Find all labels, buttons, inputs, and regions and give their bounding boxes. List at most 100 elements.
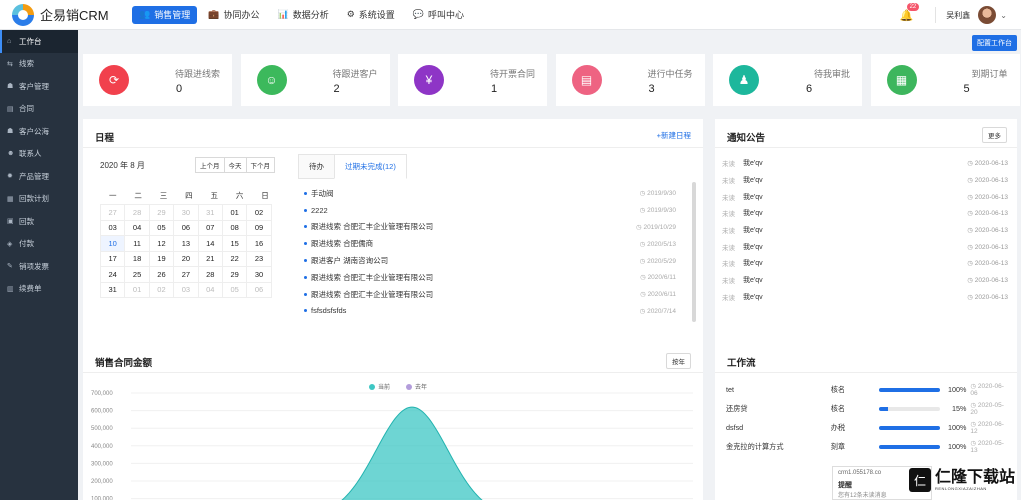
notice-item[interactable]: 未读 我e'qv ◷ 2020-06-13 xyxy=(722,289,1008,306)
calendar-day[interactable]: 14 xyxy=(197,235,223,252)
calendar-day[interactable]: 17 xyxy=(100,250,126,267)
sidebar-item-7[interactable]: ▦ 回款计划 xyxy=(0,188,78,211)
nav-item-3[interactable]: ⚙ 系统设置 xyxy=(340,6,402,24)
calendar-day[interactable]: 03 xyxy=(100,219,126,236)
notice-item[interactable]: 未读 我e'qv ◷ 2020-06-13 xyxy=(722,155,1008,172)
calendar-day[interactable]: 05 xyxy=(221,281,248,298)
calendar-day[interactable]: 04 xyxy=(197,281,223,298)
avatar[interactable] xyxy=(978,6,997,24)
calendar-nav-button[interactable]: 上个月 xyxy=(195,157,225,173)
task-item[interactable]: 跟进线索 合肥汇丰企业管理有限公司 ◷ 2019/10/29 xyxy=(304,219,676,236)
calendar-day[interactable]: 02 xyxy=(148,281,175,298)
stat-card[interactable]: ▤ 进行中任务 3 xyxy=(555,54,705,106)
series-area-current[interactable] xyxy=(131,406,693,500)
calendar-day[interactable]: 06 xyxy=(246,281,272,298)
workflow-item[interactable]: 金克拉的计算方式 刻章 100% ◷ 2020-05-13 xyxy=(726,437,1011,456)
calendar-day[interactable]: 28 xyxy=(197,266,223,283)
sidebar-item-10[interactable]: ✎ 销项发票 xyxy=(0,255,78,278)
sidebar-item-0[interactable]: ⌂ 工作台 xyxy=(0,30,78,53)
username[interactable]: 吴利鑫 xyxy=(946,10,970,21)
tab-overdue[interactable]: 过期未完成(12) xyxy=(334,154,407,179)
sidebar-item-9[interactable]: ◈ 付款 xyxy=(0,233,78,256)
calendar-day[interactable]: 21 xyxy=(197,250,223,267)
notice-item[interactable]: 未读 我e'qv ◷ 2020-06-13 xyxy=(722,222,1008,239)
calendar-day[interactable]: 22 xyxy=(221,250,248,267)
calendar-day[interactable]: 09 xyxy=(246,219,272,236)
nav-item-1[interactable]: 💼 协同办公 xyxy=(201,6,266,24)
task-item[interactable]: 跟进线索 合肥儒商 ◷ 2020/5/13 xyxy=(304,235,676,252)
notice-item[interactable]: 未读 我e'qv ◷ 2020-06-13 xyxy=(722,188,1008,205)
sidebar-item-3[interactable]: ▤ 合同 xyxy=(0,98,78,121)
calendar-day[interactable]: 20 xyxy=(173,250,199,267)
scrollbar[interactable] xyxy=(692,182,696,322)
calendar-day[interactable]: 31 xyxy=(100,281,126,298)
calendar-day[interactable]: 15 xyxy=(221,235,248,252)
nav-item-4[interactable]: 💬 呼叫中心 xyxy=(406,6,471,24)
notice-item[interactable]: 未读 我e'qv ◷ 2020-06-13 xyxy=(722,238,1008,255)
nav-item-2[interactable]: 📊 数据分析 xyxy=(270,6,335,24)
calendar-day[interactable]: 11 xyxy=(124,235,150,252)
workflow-item[interactable]: dsfsd 办税 100% ◷ 2020-06-12 xyxy=(726,418,1011,437)
calendar-day[interactable]: 19 xyxy=(148,250,175,267)
task-item[interactable]: 跟进客户 湖南咨询公司 ◷ 2020/5/29 xyxy=(304,252,676,269)
stat-card[interactable]: ▦ 到期订单 5 xyxy=(870,54,1020,106)
calendar-day[interactable]: 16 xyxy=(246,235,272,252)
calendar-day[interactable]: 23 xyxy=(246,250,272,267)
chevron-down-icon[interactable]: ⌄ xyxy=(1000,11,1007,20)
calendar-day[interactable]: 26 xyxy=(148,266,175,283)
calendar-day[interactable]: 10 xyxy=(100,235,126,252)
calendar-day[interactable]: 29 xyxy=(221,266,248,283)
notice-item[interactable]: 未读 我e'qv ◷ 2020-06-13 xyxy=(722,205,1008,222)
task-item[interactable]: fsfsdsfsfds ◷ 2020/7/14 xyxy=(304,303,676,320)
workflow-item[interactable]: 还房贷 核名 15% ◷ 2020-05-20 xyxy=(726,399,1011,418)
calendar-nav-button[interactable]: 下个月 xyxy=(245,157,275,173)
sidebar-item-8[interactable]: ▣ 回款 xyxy=(0,210,78,233)
calendar-day[interactable]: 02 xyxy=(246,204,272,221)
config-workbench-button[interactable]: 配置工作台 xyxy=(972,35,1017,51)
calendar-day[interactable]: 03 xyxy=(173,281,199,298)
stat-card[interactable]: ¥ 待开票合同 1 xyxy=(398,54,547,106)
calendar-day[interactable]: 27 xyxy=(173,266,199,283)
task-item[interactable]: 跟进线索 合肥汇丰企业管理有限公司 ◷ 2020/6/11 xyxy=(304,286,676,303)
calendar-day[interactable]: 13 xyxy=(173,235,199,252)
calendar-day[interactable]: 06 xyxy=(173,219,199,236)
calendar-day[interactable]: 01 xyxy=(221,204,248,221)
sidebar-item-1[interactable]: ⇆ 线索 xyxy=(0,53,78,76)
app-logo[interactable]: 企易销CRM xyxy=(0,3,124,26)
nav-item-0[interactable]: 👥 销售管理 xyxy=(132,5,198,24)
sidebar-item-4[interactable]: ☗ 客户公海 xyxy=(0,120,78,143)
calendar-day[interactable]: 29 xyxy=(148,204,175,221)
sidebar-item-5[interactable]: ☻ 联系人 xyxy=(0,143,78,166)
calendar-day[interactable]: 01 xyxy=(124,281,150,298)
stat-card[interactable]: ♟ 待我审批 6 xyxy=(713,54,862,106)
sidebar-item-11[interactable]: ▥ 续费单 xyxy=(0,278,78,301)
stat-card[interactable]: ☺ 待跟进客户 2 xyxy=(240,54,390,106)
sidebar-item-6[interactable]: ✹ 产品管理 xyxy=(0,165,78,188)
sidebar-item-2[interactable]: ☗ 客户管理 xyxy=(0,75,78,98)
more-button[interactable]: 更多 xyxy=(982,127,1007,143)
task-item[interactable]: 跟进线索 合肥汇丰企业管理有限公司 ◷ 2020/6/11 xyxy=(304,269,676,286)
calendar-day[interactable]: 07 xyxy=(197,219,223,236)
notification-bell-icon[interactable]: 🔔 22 xyxy=(900,2,920,22)
calendar-day[interactable]: 08 xyxy=(221,219,248,236)
calendar-day[interactable]: 24 xyxy=(100,266,126,283)
new-schedule-button[interactable]: +新建日程 xyxy=(657,130,691,141)
workflow-item[interactable]: tet 核名 100% ◷ 2020-06-06 xyxy=(726,380,1011,399)
calendar-day[interactable]: 27 xyxy=(100,204,126,221)
task-item[interactable]: 手动阀 ◷ 2019/9/30 xyxy=(304,185,676,202)
calendar-day[interactable]: 30 xyxy=(246,266,272,283)
calendar-day[interactable]: 31 xyxy=(197,204,223,221)
calendar-day[interactable]: 25 xyxy=(124,266,150,283)
calendar-day[interactable]: 28 xyxy=(124,204,150,221)
calendar-day[interactable]: 04 xyxy=(124,219,150,236)
calendar-day[interactable]: 05 xyxy=(148,219,175,236)
calendar-day[interactable]: 12 xyxy=(148,235,175,252)
notice-item[interactable]: 未读 我e'qv ◷ 2020-06-13 xyxy=(722,172,1008,189)
calendar-nav-button[interactable]: 今天 xyxy=(223,157,247,173)
notice-item[interactable]: 未读 我e'qv ◷ 2020-06-13 xyxy=(722,255,1008,272)
tab-todo[interactable]: 待办 xyxy=(298,154,335,179)
notice-item[interactable]: 未读 我e'qv ◷ 2020-06-13 xyxy=(722,272,1008,289)
task-item[interactable]: 2222 ◷ 2019/9/30 xyxy=(304,202,676,219)
stat-card[interactable]: ⟳ 待跟进线索 0 xyxy=(83,54,232,106)
calendar-day[interactable]: 30 xyxy=(173,204,199,221)
